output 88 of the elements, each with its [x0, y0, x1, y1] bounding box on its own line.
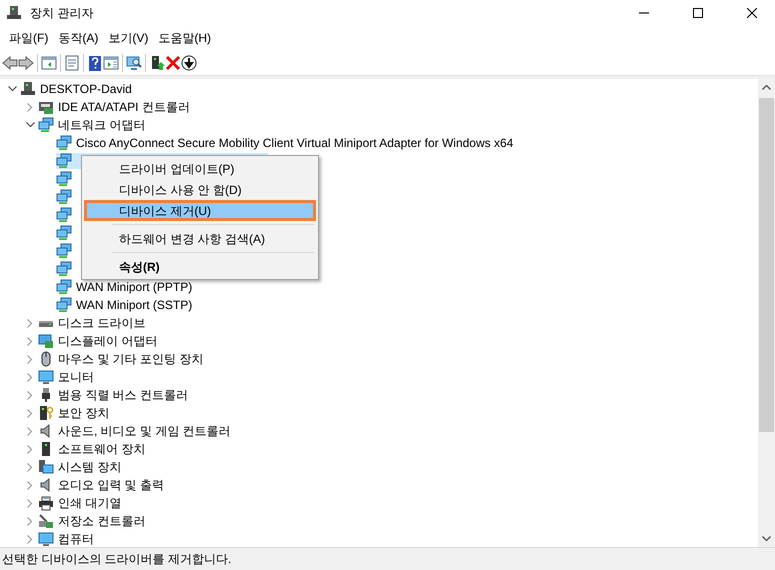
tree-item[interactable] [56, 189, 72, 205]
tree-label[interactable]: 소프트웨어 장치 [54, 440, 148, 458]
tree-label[interactable]: 범용 직렬 버스 컨트롤러 [54, 386, 192, 404]
network-adapter-icon [56, 225, 72, 241]
network-adapter-icon [56, 261, 72, 277]
menu-item[interactable]: 드라이버 업데이트(P) [84, 158, 316, 179]
properties-icon[interactable] [64, 54, 80, 70]
network-adapter-icon [56, 279, 72, 295]
collapse-chevron-icon[interactable] [26, 122, 34, 128]
tree-label[interactable]: 인쇄 대기열 [54, 494, 124, 512]
app-icon [6, 5, 22, 21]
expand-chevron-icon[interactable] [27, 390, 33, 400]
help-icon[interactable] [87, 54, 103, 70]
expand-chevron-icon[interactable] [27, 372, 33, 382]
tree-label[interactable]: 시스템 장치 [54, 458, 124, 476]
menu-item[interactable]: 보기(V) [103, 27, 154, 49]
expand-chevron-icon[interactable] [27, 516, 33, 526]
computer-icon [20, 81, 36, 97]
menu-item[interactable]: 하드웨어 변경 사항 검색(A) [84, 228, 316, 249]
tree-label[interactable]: IDE ATA/ATAPI 컨트롤러 [54, 98, 193, 116]
controller-card-icon [38, 99, 54, 115]
tree-item[interactable] [56, 261, 72, 277]
network-adapter-icon [56, 189, 72, 205]
tree-label: WAN Miniport (PPTP) [75, 279, 194, 296]
expand-chevron-icon[interactable] [27, 426, 33, 436]
tree-item[interactable] [56, 225, 72, 241]
network-adapter-icon [38, 117, 54, 133]
monitor-icon [38, 531, 54, 547]
expand-chevron-icon[interactable] [27, 498, 33, 508]
tree-item[interactable]: WAN Miniport (PPTP) [56, 278, 196, 296]
down-arrow-circle-icon[interactable] [181, 54, 197, 70]
menu-item[interactable]: 동작(A) [53, 27, 104, 49]
expand-chevron-icon[interactable] [27, 318, 33, 328]
menu-item[interactable]: 디바이스 사용 안 함(D) [84, 179, 316, 200]
scroll-down-icon[interactable] [762, 536, 771, 541]
maximize-icon [693, 8, 703, 18]
tree-item[interactable] [56, 207, 72, 223]
tree-label[interactable]: 사운드, 비디오 및 게임 컨트롤러 [54, 422, 234, 440]
tree-item[interactable] [56, 171, 72, 187]
monitor-icon [38, 369, 54, 385]
tree-item[interactable] [56, 243, 72, 259]
network-adapter-icon [56, 207, 72, 223]
expand-chevron-icon[interactable] [27, 102, 33, 112]
tree-item[interactable]: WAN Miniport (SSTP) [56, 296, 196, 314]
tree-label[interactable]: 컴퓨터 [54, 530, 97, 547]
expand-chevron-icon[interactable] [27, 354, 33, 364]
key-device-icon [38, 405, 54, 421]
network-adapter-icon [56, 135, 72, 151]
window-pane-icon[interactable] [103, 54, 119, 70]
tree-label[interactable]: 저장소 컨트롤러 [54, 512, 148, 530]
display-adapter-icon [38, 333, 54, 349]
status-text: 선택한 디바이스의 드라이버를 제거합니다. [2, 551, 232, 568]
tree-label: WAN Miniport (SSTP) [75, 297, 194, 314]
network-adapter-icon [56, 171, 72, 187]
expand-chevron-icon[interactable] [27, 462, 33, 472]
tree-label[interactable]: 디스크 드라이브 [54, 314, 148, 332]
system-device-icon [38, 459, 54, 475]
scroll-thumb[interactable] [759, 98, 774, 432]
tree-label[interactable]: 보안 장치 [54, 404, 112, 422]
network-adapter-icon [56, 153, 72, 169]
device-up-arrow-icon[interactable] [149, 54, 165, 70]
tree-label[interactable]: 마우스 및 기타 포인팅 장치 [54, 350, 206, 368]
storage-controller-icon [38, 513, 54, 529]
menu-item[interactable]: 디바이스 제거(U) [84, 200, 316, 221]
monitor-magnifier-icon[interactable] [126, 54, 142, 70]
menu-item[interactable]: 속성(R) [84, 256, 316, 277]
scroll-up-icon[interactable] [762, 85, 771, 90]
window-title: 장치 관리자 [30, 5, 94, 22]
collapse-chevron-icon[interactable] [8, 86, 16, 92]
tree-label[interactable]: DESKTOP-David [36, 80, 135, 98]
close-icon [747, 8, 757, 18]
window-pane-icon[interactable] [41, 54, 57, 70]
expand-chevron-icon[interactable] [27, 408, 33, 418]
network-adapter-icon [56, 297, 72, 313]
tree-label[interactable]: 디스플레이 어댑터 [54, 332, 160, 350]
scrollbar[interactable] [758, 79, 775, 547]
expand-chevron-icon[interactable] [27, 480, 33, 490]
menu-item[interactable]: 파일(F) [4, 27, 54, 49]
remove-x-icon[interactable] [165, 54, 181, 70]
menu-item[interactable]: 도움말(H) [153, 27, 216, 49]
tree-label[interactable]: 오디오 입력 및 출력 [54, 476, 168, 494]
tree-label[interactable]: 네트워크 어댑터 [54, 116, 148, 134]
expand-chevron-icon[interactable] [27, 444, 33, 454]
printer-icon [38, 495, 54, 511]
tree-label[interactable]: 모니터 [54, 368, 97, 386]
network-adapter-icon [56, 243, 72, 259]
expand-chevron-icon[interactable] [27, 534, 33, 544]
expand-chevron-icon[interactable] [27, 336, 33, 346]
